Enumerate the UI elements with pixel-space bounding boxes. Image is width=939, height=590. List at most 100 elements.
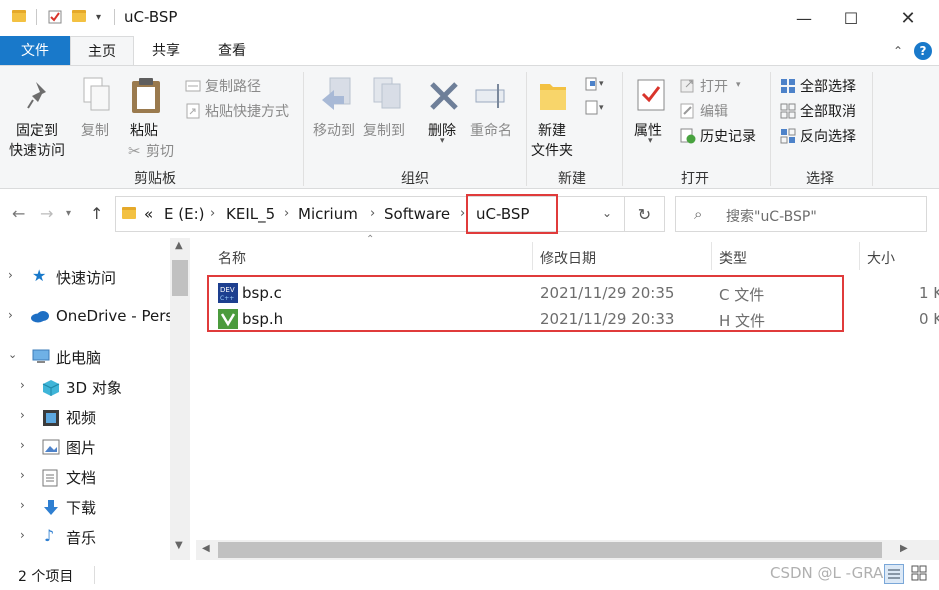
refresh-button[interactable]: ↻ <box>625 196 665 232</box>
scroll-thumb[interactable] <box>172 260 188 296</box>
chevron-right-icon[interactable]: › <box>20 378 25 392</box>
copy-path-icon[interactable] <box>185 78 201 94</box>
chevron-right-icon[interactable]: › <box>8 268 13 282</box>
breadcrumb-chevron-icon[interactable]: › <box>210 206 215 221</box>
breadcrumb-overflow[interactable]: « <box>144 205 153 223</box>
pin-label-1[interactable]: 固定到 <box>16 120 58 140</box>
copy-to-icon[interactable] <box>370 76 406 118</box>
new-item-icon[interactable]: ▾ <box>585 76 604 92</box>
chevron-right-icon[interactable]: › <box>20 498 25 512</box>
paste-shortcut-icon[interactable] <box>185 103 201 119</box>
recent-locations-icon[interactable]: ▾ <box>66 208 71 219</box>
cut-button[interactable]: 剪切 <box>146 141 174 161</box>
edit-icon[interactable] <box>680 103 696 119</box>
scroll-left-icon[interactable]: ◀ <box>202 543 210 554</box>
delete-icon[interactable] <box>428 80 460 116</box>
tab-home[interactable]: 主页 <box>70 36 134 66</box>
up-arrow-icon[interactable]: ↑ <box>90 204 103 223</box>
nav-item-3d-objects[interactable]: › 3D 对象 <box>0 374 170 400</box>
history-button[interactable]: 历史记录 <box>700 126 756 146</box>
chevron-right-icon[interactable]: › <box>20 528 25 542</box>
breadcrumb-chevron-icon[interactable]: › <box>370 206 375 221</box>
search-box[interactable]: ⌕ 搜索"uC-BSP" <box>675 196 927 232</box>
ribbon-collapse-icon[interactable]: ⌃ <box>889 42 907 60</box>
nav-item-this-pc[interactable]: ⌄ 此电脑 <box>0 344 170 370</box>
large-icons-view-icon[interactable] <box>910 564 930 584</box>
nav-item-videos[interactable]: › 视频 <box>0 404 170 430</box>
chevron-right-icon[interactable]: › <box>8 308 13 322</box>
breadcrumb-micrium[interactable]: Micrium <box>298 205 358 223</box>
nav-item-downloads[interactable]: › 下载 <box>0 494 170 520</box>
new-folder-quick-icon[interactable] <box>72 10 86 24</box>
nav-item-music[interactable]: › ♪ 音乐 <box>0 524 170 550</box>
select-all-button[interactable]: 全部选择 <box>800 76 856 96</box>
pin-label-2[interactable]: 快速访问 <box>9 140 65 160</box>
rename-icon[interactable] <box>474 80 510 116</box>
breadcrumb-drive[interactable]: E (E:) <box>164 205 204 223</box>
details-view-icon[interactable] <box>884 564 904 584</box>
maximize-button[interactable]: ☐ <box>828 0 874 36</box>
open-dropdown-icon[interactable]: ▾ <box>736 80 741 90</box>
copy-icon[interactable] <box>82 76 112 118</box>
move-to-button[interactable]: 移动到 <box>313 120 355 140</box>
column-header-type[interactable]: 类型 <box>719 248 747 268</box>
help-icon[interactable]: ? <box>914 42 932 60</box>
properties-dropdown-icon[interactable]: ▾ <box>648 136 653 146</box>
close-button[interactable]: ✕ <box>885 0 931 36</box>
scroll-up-icon[interactable]: ▲ <box>175 240 183 251</box>
breadcrumb-keil[interactable]: KEIL_5 <box>226 205 275 223</box>
easy-access-icon[interactable]: ▾ <box>585 100 604 116</box>
column-header-name[interactable]: 名称 <box>218 248 246 268</box>
nav-item-pictures[interactable]: › 图片 <box>0 434 170 460</box>
paste-shortcut-button[interactable]: 粘贴快捷方式 <box>205 101 289 121</box>
scroll-down-icon[interactable]: ▼ <box>175 540 183 551</box>
nav-item-onedrive[interactable]: › OneDrive - Pers <box>0 304 173 330</box>
column-header-size[interactable]: 大小 <box>867 248 895 268</box>
breadcrumb-software[interactable]: Software <box>384 205 450 223</box>
history-icon[interactable] <box>680 128 696 144</box>
tab-file[interactable]: 文件 <box>0 36 70 66</box>
nav-item-documents[interactable]: › 文档 <box>0 464 170 490</box>
scroll-thumb[interactable] <box>218 542 882 558</box>
copy-to-button[interactable]: 复制到 <box>363 120 405 140</box>
open-icon[interactable] <box>680 78 696 94</box>
horizontal-scrollbar[interactable]: ◀ ▶ <box>196 540 939 560</box>
forward-arrow-icon[interactable]: → <box>40 204 53 223</box>
scissors-icon[interactable]: ✂ <box>128 142 144 160</box>
address-history-dropdown-icon[interactable]: ⌄ <box>602 206 612 220</box>
navigation-pane-scrollbar[interactable]: ▲ ▼ <box>170 238 190 560</box>
chevron-right-icon[interactable]: › <box>20 438 25 452</box>
back-arrow-icon[interactable]: ← <box>12 204 25 223</box>
edit-button[interactable]: 编辑 <box>700 101 728 121</box>
properties-icon[interactable] <box>636 78 666 116</box>
nav-item-quick-access[interactable]: › ★ 快速访问 <box>0 264 170 290</box>
paste-button[interactable]: 粘贴 <box>130 120 158 140</box>
tab-view[interactable]: 查看 <box>198 36 266 66</box>
new-folder-label-2[interactable]: 文件夹 <box>531 140 573 160</box>
customize-quick-access-icon[interactable]: ▾ <box>96 12 110 26</box>
breadcrumb-chevron-icon[interactable]: › <box>460 206 465 221</box>
open-button[interactable]: 打开 <box>700 76 728 96</box>
paste-icon[interactable] <box>130 76 162 118</box>
tab-share[interactable]: 共享 <box>134 36 198 66</box>
select-none-button[interactable]: 全部取消 <box>800 101 856 121</box>
column-header-date[interactable]: 修改日期 <box>540 248 596 268</box>
properties-check-icon[interactable] <box>48 10 62 24</box>
delete-dropdown-icon[interactable]: ▾ <box>440 136 445 146</box>
chevron-right-icon[interactable]: › <box>20 468 25 482</box>
invert-selection-icon[interactable] <box>780 128 796 144</box>
select-all-icon[interactable] <box>780 78 796 94</box>
select-none-icon[interactable] <box>780 103 796 119</box>
move-to-icon[interactable] <box>320 76 356 118</box>
breadcrumb-chevron-icon[interactable]: › <box>284 206 289 221</box>
copy-button[interactable]: 复制 <box>81 120 109 140</box>
new-folder-icon[interactable] <box>538 78 568 116</box>
pin-icon[interactable] <box>26 80 54 116</box>
new-folder-label-1[interactable]: 新建 <box>538 120 566 140</box>
chevron-down-icon[interactable]: ⌄ <box>8 348 17 361</box>
copy-path-button[interactable]: 复制路径 <box>205 76 261 96</box>
minimize-button[interactable]: — <box>781 0 827 36</box>
invert-selection-button[interactable]: 反向选择 <box>800 126 856 146</box>
rename-button[interactable]: 重命名 <box>470 120 512 140</box>
scroll-right-icon[interactable]: ▶ <box>900 543 908 554</box>
